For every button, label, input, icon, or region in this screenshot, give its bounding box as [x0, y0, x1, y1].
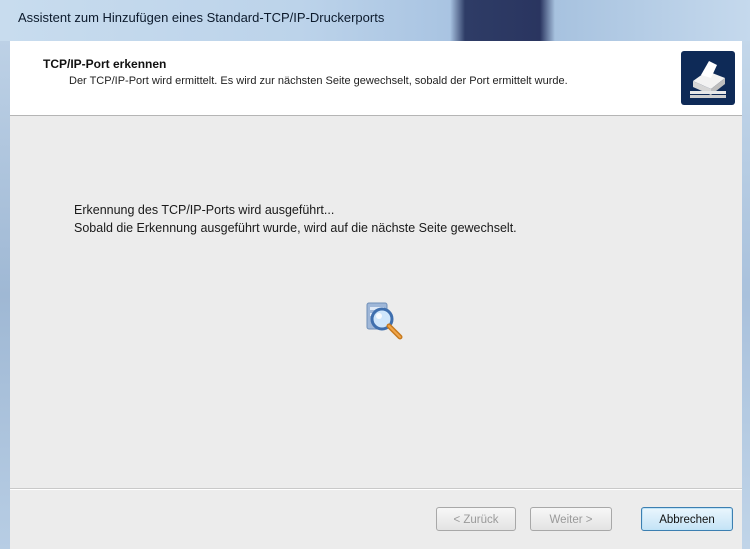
page-title: TCP/IP-Port erkennen — [43, 57, 167, 71]
footer-separator — [10, 488, 742, 490]
next-button[interactable]: Weiter > — [530, 507, 612, 531]
printer-port-icon — [681, 51, 735, 105]
wizard-client-area: TCP/IP-Port erkennen Der TCP/IP-Port wir… — [10, 41, 742, 549]
window-title: Assistent zum Hinzufügen eines Standard-… — [18, 10, 385, 25]
window-frame-right — [742, 41, 750, 549]
page-subtitle: Der TCP/IP-Port wird ermittelt. Es wird … — [69, 75, 568, 87]
window-title-bar[interactable]: Assistent zum Hinzufügen eines Standard-… — [0, 0, 750, 41]
search-magnifier-icon — [362, 297, 410, 345]
status-line-2: Sobald die Erkennung ausgeführt wurde, w… — [74, 221, 517, 235]
wizard-header: TCP/IP-Port erkennen Der TCP/IP-Port wir… — [10, 41, 742, 116]
cancel-button[interactable]: Abbrechen — [641, 507, 733, 531]
status-line-1: Erkennung des TCP/IP-Ports wird ausgefüh… — [74, 203, 335, 217]
window-frame-left — [0, 41, 10, 549]
back-button[interactable]: < Zurück — [436, 507, 516, 531]
